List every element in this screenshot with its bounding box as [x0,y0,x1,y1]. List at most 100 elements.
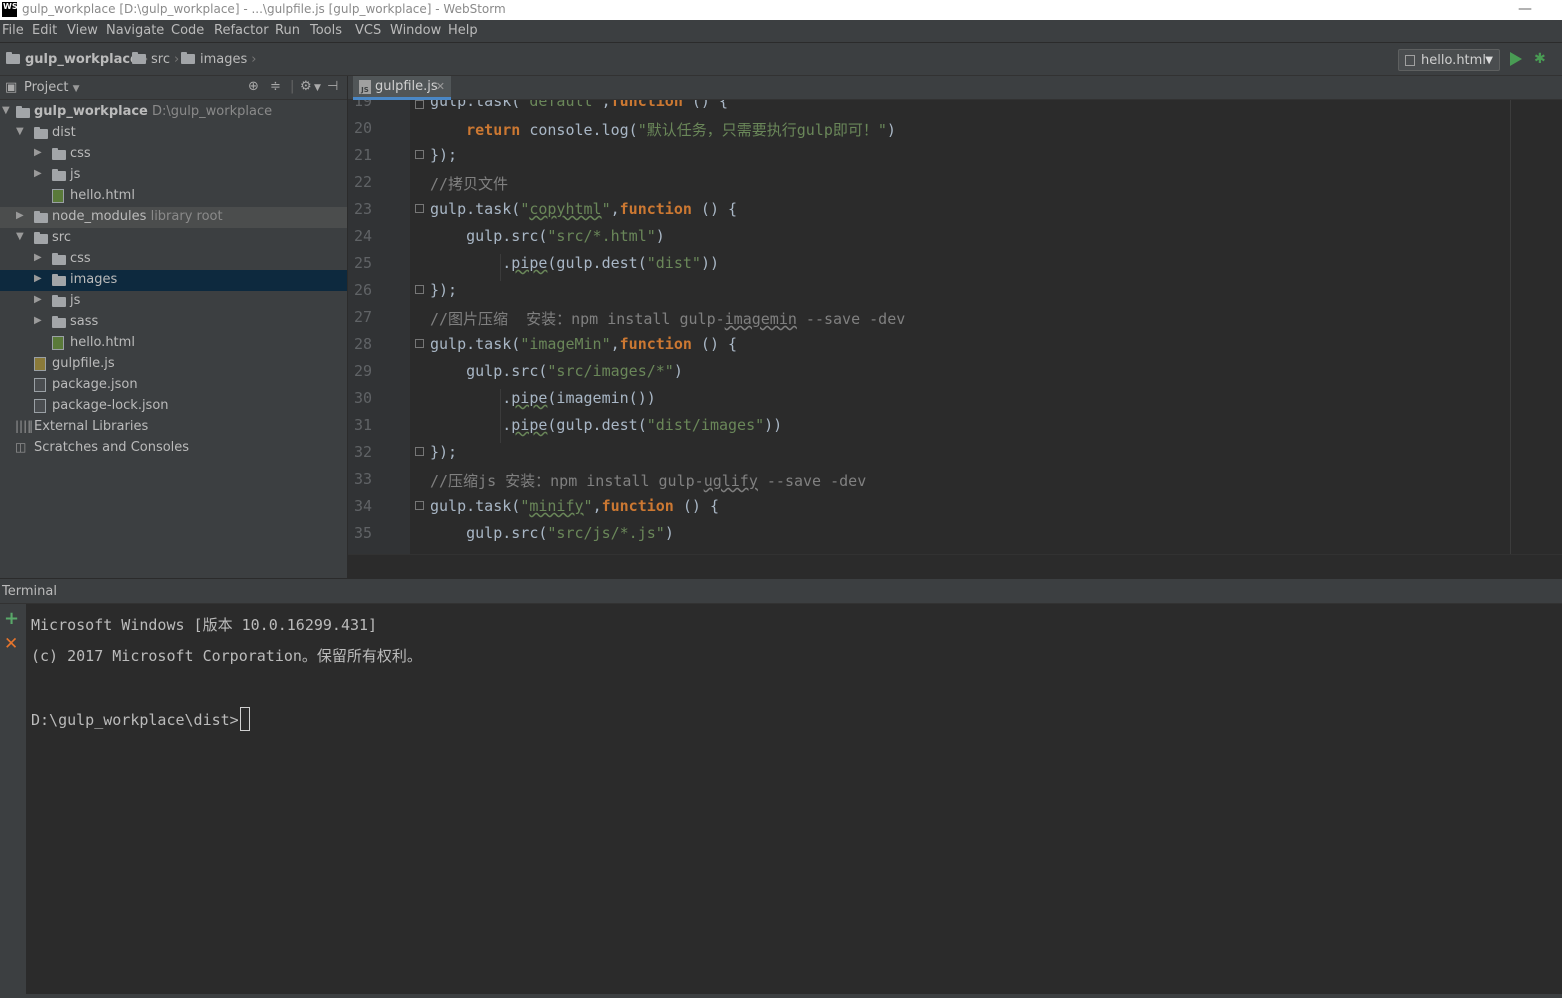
tree-item-label: css [70,251,91,266]
code-line-29: gulp.src("src/images/*") [430,362,683,380]
gear-icon[interactable]: ⚙ [300,79,312,94]
terminal-output[interactable]: Microsoft Windows [版本 10.0.16299.431] (c… [26,604,1562,994]
line-number: 24 [353,227,372,245]
terminal-prompt: D:\gulp_workplace\dist> [31,711,239,729]
tree-item-scratches[interactable]: ◫ Scratches and Consoles [0,438,347,459]
code-line-25: .pipe(gulp.dest("dist")) [430,254,719,272]
locate-icon[interactable]: ⊕ [248,79,259,94]
code-editor[interactable]: 19 20 21 22 23 24 25 26 27 28 29 30 31 3… [348,100,1562,554]
folder-icon [52,316,66,328]
menu-vcs[interactable]: VCS [355,23,381,38]
tree-item-src[interactable]: ▼ src [0,228,347,249]
collapse-arrow-icon[interactable]: ▶ [16,210,24,221]
tree-item-gulp-workplace[interactable]: ▼ gulp_workplace D:\gulp_workplace [0,102,347,123]
expand-arrow-icon[interactable]: ▼ [16,231,24,242]
tree-item-external-libraries[interactable]: |||‖ External Libraries [0,417,347,438]
tree-item-src-js[interactable]: ▶ js [0,291,347,312]
tab-gulpfile-js[interactable]: JS gulpfile.js ✕ [353,76,451,100]
collapse-all-icon[interactable]: ≑ [270,79,281,94]
terminal-cursor [239,707,250,731]
fold-icon[interactable] [415,339,424,348]
chevron-down-icon[interactable]: ▼ [314,83,321,93]
fold-icon[interactable] [415,285,424,294]
tree-item-label: js [70,167,81,182]
json-file-icon [34,378,46,392]
folder-icon [52,295,66,307]
folder-icon [132,52,146,64]
collapse-arrow-icon[interactable]: ▶ [34,252,42,263]
menu-run[interactable]: Run [275,23,300,38]
debug-icon[interactable]: ✱ [1534,51,1546,67]
menu-refactor[interactable]: Refactor [214,23,269,38]
collapse-arrow-icon[interactable]: ▶ [34,294,42,305]
collapse-arrow-icon[interactable]: ▶ [34,168,42,179]
menu-file[interactable]: File [2,23,24,38]
menu-tools[interactable]: Tools [310,23,342,38]
tree-item-dist[interactable]: ▼ dist [0,123,347,144]
webstorm-logo-icon: WS [2,2,18,17]
breadcrumb-images[interactable]: images › [181,52,256,67]
line-number: 19 [353,100,372,110]
tree-item-label: sass [70,314,99,329]
folder-icon [34,211,48,223]
fold-icon[interactable] [415,204,424,213]
run-configuration-select[interactable]: hello.html ▼ [1398,49,1500,71]
window-title: gulp_workplace [D:\gulp_workplace] - ...… [22,2,506,16]
tree-item-label: src [52,230,71,245]
expand-arrow-icon[interactable]: ▼ [2,105,10,116]
html-file-icon [52,189,64,203]
breadcrumb-label: images [200,52,248,67]
tree-item-dist-css[interactable]: ▶ css [0,144,347,165]
menu-code[interactable]: Code [171,23,204,38]
expand-arrow-icon[interactable]: ▼ [16,126,24,137]
tree-item-package-json[interactable]: package.json [0,375,347,396]
tree-item-dist-js[interactable]: ▶ js [0,165,347,186]
html-file-icon [52,336,64,350]
tree-item-node-modules[interactable]: ▶ node_modules library root [0,207,347,228]
code-line-23: gulp.task("copyhtml",function () { [430,200,738,218]
line-number: 26 [353,281,372,299]
chevron-right-icon: › [173,52,180,67]
tab-label: gulpfile.js [375,79,438,94]
run-configuration-label: hello.html [1421,53,1486,68]
tree-item-package-lock-json[interactable]: package-lock.json [0,396,347,417]
tree-item-gulpfile-js[interactable]: gulpfile.js [0,354,347,375]
folder-icon [6,52,20,64]
line-number: 20 [353,119,372,137]
project-view-selector[interactable]: Project ▼ [24,80,80,95]
menu-help[interactable]: Help [448,23,478,38]
fold-icon[interactable] [415,100,424,109]
breadcrumb-src[interactable]: src › [132,52,179,67]
menu-view[interactable]: View [67,23,98,38]
tree-item-src-hello-html[interactable]: hello.html [0,333,347,354]
editor-horizontal-scrollbar[interactable] [348,554,1562,579]
line-number: 33 [353,470,372,488]
collapse-arrow-icon[interactable]: ▶ [34,147,42,158]
tree-item-src-images[interactable]: ▶ images [0,270,347,291]
fold-icon[interactable] [415,501,424,510]
run-icon[interactable] [1510,52,1522,66]
breadcrumb-label: gulp_workplace [25,52,139,67]
collapse-arrow-icon[interactable]: ▶ [34,315,42,326]
minimize-icon[interactable]: — [1518,1,1532,17]
line-number: 34 [353,497,372,515]
code-line-34: gulp.task("minify",function () { [430,497,719,515]
collapse-arrow-icon[interactable]: ▶ [34,273,42,284]
line-number-gutter: 19 20 21 22 23 24 25 26 27 28 29 30 31 3… [348,100,410,554]
close-session-icon[interactable]: ✕ [4,634,18,654]
tree-item-label: hello.html [70,335,135,350]
tree-item-label: package-lock.json [52,398,169,413]
fold-icon[interactable] [415,150,424,159]
tree-item-src-sass[interactable]: ▶ sass [0,312,347,333]
menu-edit[interactable]: Edit [32,23,57,38]
tree-item-src-css[interactable]: ▶ css [0,249,347,270]
menu-navigate[interactable]: Navigate [106,23,164,38]
breadcrumb-project[interactable]: gulp_workplace› [6,52,148,67]
chevron-right-icon: › [251,52,257,67]
fold-icon[interactable] [415,447,424,456]
hide-panel-icon[interactable]: ⊣ [327,79,338,94]
tree-item-dist-hello-html[interactable]: hello.html [0,186,347,207]
menu-window[interactable]: Window [390,23,441,38]
close-icon[interactable]: ✕ [436,80,445,93]
new-session-plus-icon[interactable]: + [4,608,19,629]
